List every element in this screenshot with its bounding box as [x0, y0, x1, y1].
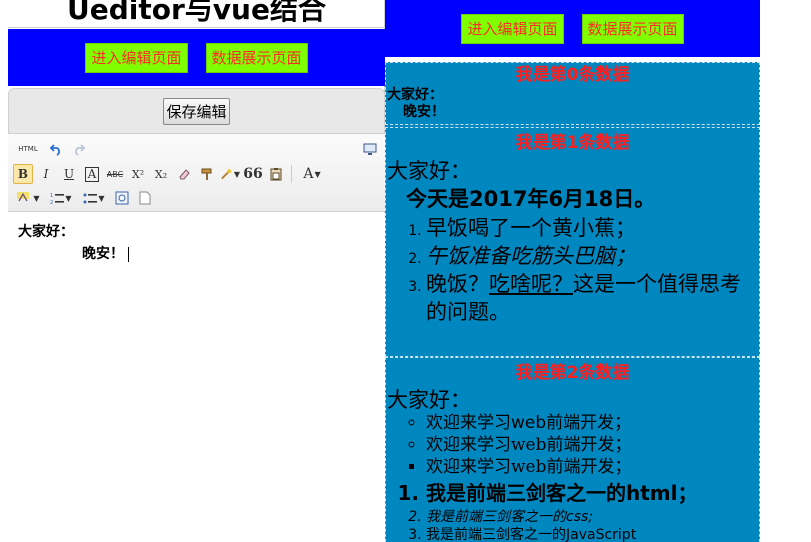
- data-record-0: 我是第0条数据 大家好： 晚安！: [385, 62, 760, 125]
- editor-line-2: 晚安！: [18, 243, 375, 265]
- record-text-line: 晚安！: [403, 104, 445, 120]
- auto-format-icon[interactable]: ▼: [220, 164, 240, 184]
- list-item: 我是前端三剑客之一的html；: [426, 478, 759, 508]
- blockquote-button[interactable]: 66: [243, 164, 263, 184]
- enter-edit-page-link[interactable]: 进入编辑页面: [461, 13, 564, 44]
- record-title: 我是第2条数据: [515, 363, 630, 383]
- display-pane: 进入编辑页面 数据展示页面 我是第0条数据 大家好： 晚安！ 我是第1条数据 大…: [385, 0, 760, 542]
- page-title: Ueditor与vue结合: [8, 0, 385, 28]
- data-display-page-link[interactable]: 数据展示页面: [581, 13, 684, 44]
- anchor-icon[interactable]: [112, 188, 132, 208]
- font-border-button[interactable]: A: [82, 164, 102, 184]
- editor-content-area[interactable]: 大家好： 晚安！: [8, 213, 385, 542]
- font-color-button[interactable]: A ▼: [297, 164, 327, 184]
- data-display-page-link[interactable]: 数据展示页面: [205, 42, 308, 73]
- format-painter-icon[interactable]: [197, 164, 217, 184]
- redo-icon[interactable]: [69, 139, 89, 159]
- right-nav-bar: 进入编辑页面 数据展示页面: [385, 0, 760, 57]
- record-text-line: 大家好：: [387, 87, 443, 103]
- save-edit-button[interactable]: 保存编辑: [163, 97, 230, 125]
- superscript-button[interactable]: X²: [128, 164, 148, 184]
- italic-button[interactable]: I: [36, 164, 56, 184]
- list-item: 午饭准备吃筋头巴脑；: [426, 242, 759, 270]
- list-item: 我是前端三剑客之一的JavaScript: [426, 526, 759, 542]
- numbered-list: 我是前端三剑客之一的html； 我是前端三剑客之一的css; 我是前端三剑客之一…: [386, 478, 759, 542]
- source-html-button[interactable]: HTML: [13, 139, 43, 159]
- record-title: 我是第1条数据: [515, 133, 630, 153]
- editor-toolbar: HTML B I U A ABC X² X₂ ▼ 66 A ▼ ▼ 1 2 ▼ …: [8, 134, 385, 212]
- list-item: 我是前端三剑客之一的css;: [426, 508, 759, 526]
- record-title: 我是第0条数据: [515, 65, 630, 85]
- paste-plain-icon[interactable]: [266, 164, 286, 184]
- toolbar-row-2: B I U A ABC X² X₂ ▼ 66 A ▼: [13, 163, 327, 185]
- undo-icon[interactable]: [46, 139, 66, 159]
- data-record-1: 我是第1条数据 大家好： 今天是2017年6月18日。 早饭喝了一个黄小蕉； 午…: [385, 127, 760, 357]
- enter-edit-page-link[interactable]: 进入编辑页面: [85, 42, 188, 73]
- bullet-list: 欢迎来学习web前端开发； 欢迎来学习web前端开发； 欢迎来学习web前端开发…: [386, 412, 759, 478]
- strikethrough-button[interactable]: ABC: [105, 164, 125, 184]
- bold-button[interactable]: B: [13, 164, 33, 184]
- record-greeting: 大家好：: [387, 159, 471, 183]
- eraser-icon[interactable]: [174, 164, 194, 184]
- svg-text:2: 2: [50, 200, 53, 205]
- unordered-list-icon[interactable]: ▼: [79, 188, 109, 208]
- left-nav-bar: 进入编辑页面 数据展示页面: [8, 29, 385, 86]
- list-item: 早饭喝了一个黄小蕉；: [426, 214, 759, 242]
- list-item: 晚饭？吃啥呢？这是一个值得思考的问题。: [426, 270, 759, 326]
- data-record-2: 我是第2条数据 大家好： 欢迎来学习web前端开发； 欢迎来学习web前端开发；…: [385, 357, 760, 542]
- fullscreen-icon[interactable]: [360, 139, 380, 159]
- editor-pane: Ueditor与vue结合 进入编辑页面 数据展示页面 保存编辑 HTML B …: [8, 0, 385, 542]
- toolbar-row-1: HTML: [13, 138, 380, 160]
- meal-list: 早饭喝了一个黄小蕉； 午饭准备吃筋头巴脑； 晚饭？吃啥呢？这是一个值得思考的问题…: [386, 214, 759, 326]
- list-item: 欢迎来学习web前端开发；: [426, 456, 759, 478]
- toolbar-row-3: ▼ 1 2 ▼ ▼: [13, 187, 155, 209]
- editor-line-1: 大家好：: [18, 224, 74, 240]
- text-caret: [128, 246, 129, 262]
- subscript-button[interactable]: X₂: [151, 164, 171, 184]
- record-date-line: 今天是2017年6月18日。: [406, 187, 656, 211]
- save-bar: 保存编辑: [8, 88, 385, 134]
- list-item: 欢迎来学习web前端开发；: [426, 412, 759, 434]
- list-item: 欢迎来学习web前端开发；: [426, 434, 759, 456]
- ordered-list-icon[interactable]: 1 2 ▼: [46, 188, 76, 208]
- svg-text:1: 1: [50, 193, 53, 199]
- record-greeting: 大家好：: [387, 388, 471, 412]
- underline-button[interactable]: U: [59, 164, 79, 184]
- page-break-icon[interactable]: [135, 188, 155, 208]
- background-color-icon[interactable]: ▼: [13, 188, 43, 208]
